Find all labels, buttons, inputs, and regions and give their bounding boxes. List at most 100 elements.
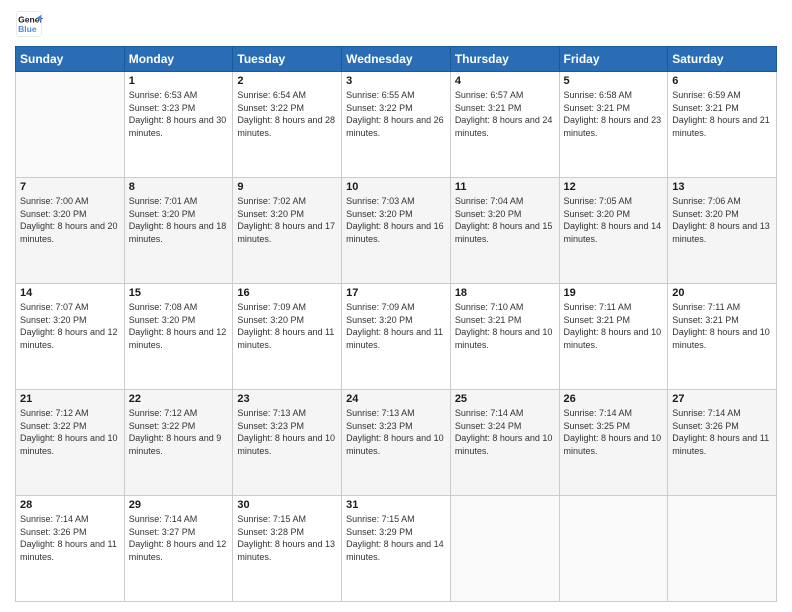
day-info: Sunrise: 7:12 AMSunset: 3:22 PMDaylight:… xyxy=(129,408,222,456)
day-info: Sunrise: 7:14 AMSunset: 3:26 PMDaylight:… xyxy=(672,408,769,456)
calendar-week-4: 21Sunrise: 7:12 AMSunset: 3:22 PMDayligh… xyxy=(16,390,777,496)
day-number: 29 xyxy=(129,499,229,511)
calendar-cell: 15 Sunrise: 7:08 AMSunset: 3:20 PMDayligh… xyxy=(124,284,233,390)
day-header-friday: Friday xyxy=(559,47,668,72)
calendar-cell: 10Sunrise: 7:03 AMSunset: 3:20 PMDayligh… xyxy=(342,178,451,284)
day-info: Sunrise: 6:59 AMSunset: 3:21 PMDaylight:… xyxy=(672,90,770,138)
day-number: 30 xyxy=(237,499,337,511)
calendar-cell xyxy=(559,496,668,602)
calendar-cell: 7 Sunrise: 7:00 AMSunset: 3:20 PMDaylight… xyxy=(16,178,125,284)
day-number: 11 xyxy=(455,181,555,193)
calendar-cell: 26 Sunrise: 7:14 AMSunset: 3:25 PMDayligh… xyxy=(559,390,668,496)
calendar-week-2: 7 Sunrise: 7:00 AMSunset: 3:20 PMDaylight… xyxy=(16,178,777,284)
day-number: 9 xyxy=(237,181,337,193)
calendar-cell xyxy=(668,496,777,602)
day-number: 1 xyxy=(129,75,229,87)
day-info: Sunrise: 7:13 AMSunset: 3:23 PMDaylight:… xyxy=(237,408,335,456)
day-number: 5 xyxy=(564,75,664,87)
calendar-cell: 17Sunrise: 7:09 AMSunset: 3:20 PMDayligh… xyxy=(342,284,451,390)
day-number: 2 xyxy=(237,75,337,87)
day-header-sunday: Sunday xyxy=(16,47,125,72)
day-number: 25 xyxy=(455,393,555,405)
day-header-wednesday: Wednesday xyxy=(342,47,451,72)
day-info: Sunrise: 7:02 AMSunset: 3:20 PMDaylight:… xyxy=(237,196,335,244)
calendar-week-1: 1Sunrise: 6:53 AMSunset: 3:23 PMDaylight… xyxy=(16,72,777,178)
day-number: 24 xyxy=(346,393,446,405)
day-info: Sunrise: 7:05 AMSunset: 3:20 PMDaylight:… xyxy=(564,196,662,244)
calendar-cell: 4Sunrise: 6:57 AMSunset: 3:21 PMDaylight… xyxy=(450,72,559,178)
calendar-cell: 30 Sunrise: 7:15 AMSunset: 3:28 PMDayligh… xyxy=(233,496,342,602)
calendar-cell xyxy=(450,496,559,602)
day-header-saturday: Saturday xyxy=(668,47,777,72)
day-info: Sunrise: 7:06 AMSunset: 3:20 PMDaylight:… xyxy=(672,196,770,244)
day-info: Sunrise: 7:14 AMSunset: 3:26 PMDaylight:… xyxy=(20,514,117,562)
calendar-cell: 18 Sunrise: 7:10 AMSunset: 3:21 PMDayligh… xyxy=(450,284,559,390)
day-info: Sunrise: 7:14 AMSunset: 3:27 PMDaylight:… xyxy=(129,514,227,562)
day-info: Sunrise: 7:14 AMSunset: 3:25 PMDaylight:… xyxy=(564,408,662,456)
calendar-cell: 27 Sunrise: 7:14 AMSunset: 3:26 PMDayligh… xyxy=(668,390,777,496)
day-info: Sunrise: 7:11 AMSunset: 3:21 PMDaylight:… xyxy=(564,302,662,350)
calendar-cell: 24Sunrise: 7:13 AMSunset: 3:23 PMDayligh… xyxy=(342,390,451,496)
day-header-thursday: Thursday xyxy=(450,47,559,72)
day-number: 22 xyxy=(129,393,229,405)
calendar-cell: 29 Sunrise: 7:14 AMSunset: 3:27 PMDayligh… xyxy=(124,496,233,602)
day-info: Sunrise: 7:00 AMSunset: 3:20 PMDaylight:… xyxy=(20,196,118,244)
calendar-cell: 3 Sunrise: 6:55 AMSunset: 3:22 PMDaylight… xyxy=(342,72,451,178)
day-number: 15 xyxy=(129,287,229,299)
calendar-cell: 1Sunrise: 6:53 AMSunset: 3:23 PMDaylight… xyxy=(124,72,233,178)
calendar-cell: 20 Sunrise: 7:11 AMSunset: 3:21 PMDayligh… xyxy=(668,284,777,390)
svg-text:Blue: Blue xyxy=(18,24,37,34)
day-number: 28 xyxy=(20,499,120,511)
calendar-table: SundayMondayTuesdayWednesdayThursdayFrid… xyxy=(15,46,777,602)
day-info: Sunrise: 7:15 AMSunset: 3:28 PMDaylight:… xyxy=(237,514,335,562)
day-info: Sunrise: 7:09 AMSunset: 3:20 PMDaylight:… xyxy=(237,302,334,350)
day-number: 20 xyxy=(672,287,772,299)
day-info: Sunrise: 6:54 AMSunset: 3:22 PMDaylight:… xyxy=(237,90,335,138)
day-info: Sunrise: 7:10 AMSunset: 3:21 PMDaylight:… xyxy=(455,302,553,350)
day-number: 23 xyxy=(237,393,337,405)
calendar-header-row: SundayMondayTuesdayWednesdayThursdayFrid… xyxy=(16,47,777,72)
calendar-cell: 23 Sunrise: 7:13 AMSunset: 3:23 PMDayligh… xyxy=(233,390,342,496)
day-info: Sunrise: 6:58 AMSunset: 3:21 PMDaylight:… xyxy=(564,90,662,138)
day-info: Sunrise: 7:14 AMSunset: 3:24 PMDaylight:… xyxy=(455,408,553,456)
day-info: Sunrise: 7:01 AMSunset: 3:20 PMDaylight:… xyxy=(129,196,227,244)
day-number: 31 xyxy=(346,499,446,511)
day-info: Sunrise: 7:15 AMSunset: 3:29 PMDaylight:… xyxy=(346,514,444,562)
day-header-monday: Monday xyxy=(124,47,233,72)
day-number: 3 xyxy=(346,75,446,87)
day-info: Sunrise: 7:11 AMSunset: 3:21 PMDaylight:… xyxy=(672,302,770,350)
day-info: Sunrise: 7:08 AMSunset: 3:20 PMDaylight:… xyxy=(129,302,227,350)
calendar-cell: 13 Sunrise: 7:06 AMSunset: 3:20 PMDayligh… xyxy=(668,178,777,284)
calendar-cell: 21Sunrise: 7:12 AMSunset: 3:22 PMDayligh… xyxy=(16,390,125,496)
day-number: 8 xyxy=(129,181,229,193)
calendar-cell: 9 Sunrise: 7:02 AMSunset: 3:20 PMDaylight… xyxy=(233,178,342,284)
calendar-cell: 5 Sunrise: 6:58 AMSunset: 3:21 PMDaylight… xyxy=(559,72,668,178)
calendar-cell xyxy=(16,72,125,178)
day-number: 6 xyxy=(672,75,772,87)
logo-icon: General Blue xyxy=(15,10,43,38)
day-number: 27 xyxy=(672,393,772,405)
calendar-cell: 12 Sunrise: 7:05 AMSunset: 3:20 PMDayligh… xyxy=(559,178,668,284)
day-number: 18 xyxy=(455,287,555,299)
day-number: 26 xyxy=(564,393,664,405)
day-number: 12 xyxy=(564,181,664,193)
day-info: Sunrise: 6:55 AMSunset: 3:22 PMDaylight:… xyxy=(346,90,444,138)
calendar-cell: 6 Sunrise: 6:59 AMSunset: 3:21 PMDaylight… xyxy=(668,72,777,178)
day-number: 13 xyxy=(672,181,772,193)
day-number: 16 xyxy=(237,287,337,299)
header: General Blue xyxy=(15,10,777,38)
day-info: Sunrise: 6:57 AMSunset: 3:21 PMDaylight:… xyxy=(455,90,553,138)
day-info: Sunrise: 7:04 AMSunset: 3:20 PMDaylight:… xyxy=(455,196,553,244)
calendar-week-3: 14Sunrise: 7:07 AMSunset: 3:20 PMDayligh… xyxy=(16,284,777,390)
calendar-cell: 19 Sunrise: 7:11 AMSunset: 3:21 PMDayligh… xyxy=(559,284,668,390)
calendar-cell: 2 Sunrise: 6:54 AMSunset: 3:22 PMDaylight… xyxy=(233,72,342,178)
calendar-cell: 11 Sunrise: 7:04 AMSunset: 3:20 PMDayligh… xyxy=(450,178,559,284)
logo: General Blue xyxy=(15,10,43,38)
calendar-cell: 14Sunrise: 7:07 AMSunset: 3:20 PMDayligh… xyxy=(16,284,125,390)
day-number: 17 xyxy=(346,287,446,299)
day-header-tuesday: Tuesday xyxy=(233,47,342,72)
calendar-cell: 28 Sunrise: 7:14 AMSunset: 3:26 PMDayligh… xyxy=(16,496,125,602)
day-number: 19 xyxy=(564,287,664,299)
day-number: 7 xyxy=(20,181,120,193)
calendar-cell: 25 Sunrise: 7:14 AMSunset: 3:24 PMDayligh… xyxy=(450,390,559,496)
